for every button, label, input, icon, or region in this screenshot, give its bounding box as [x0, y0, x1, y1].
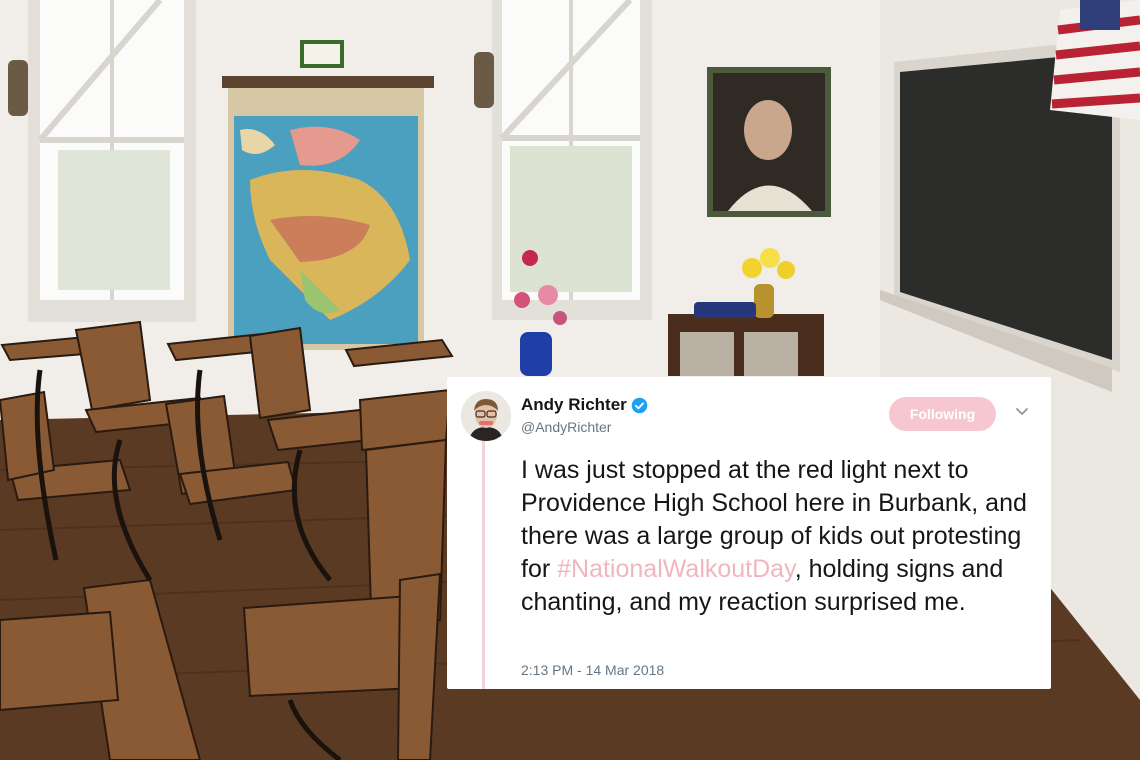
hashtag-link[interactable]: #NationalWalkoutDay [557, 555, 795, 583]
folded-flag [694, 302, 756, 318]
tweet-text: I was just stopped at the red light next… [521, 454, 1041, 619]
thread-line [482, 441, 485, 689]
wall-map [222, 76, 434, 350]
chevron-down-icon[interactable] [1014, 403, 1030, 419]
portrait [707, 67, 831, 217]
tweet-card: Andy Richter @AndyRichter Following I wa… [447, 377, 1051, 689]
user-handle[interactable]: @AndyRichter [521, 419, 611, 435]
verified-badge-icon [631, 397, 648, 413]
center-window [492, 0, 652, 320]
avatar[interactable] [461, 391, 511, 441]
cabinet [668, 314, 824, 376]
left-window [28, 0, 196, 322]
following-button[interactable]: Following [889, 397, 996, 431]
tweet-timestamp[interactable]: 2:13 PM - 14 Mar 2018 [521, 662, 664, 678]
display-name[interactable]: Andy Richter [521, 395, 627, 415]
wall-sign [300, 40, 344, 68]
flag [1050, 0, 1140, 120]
